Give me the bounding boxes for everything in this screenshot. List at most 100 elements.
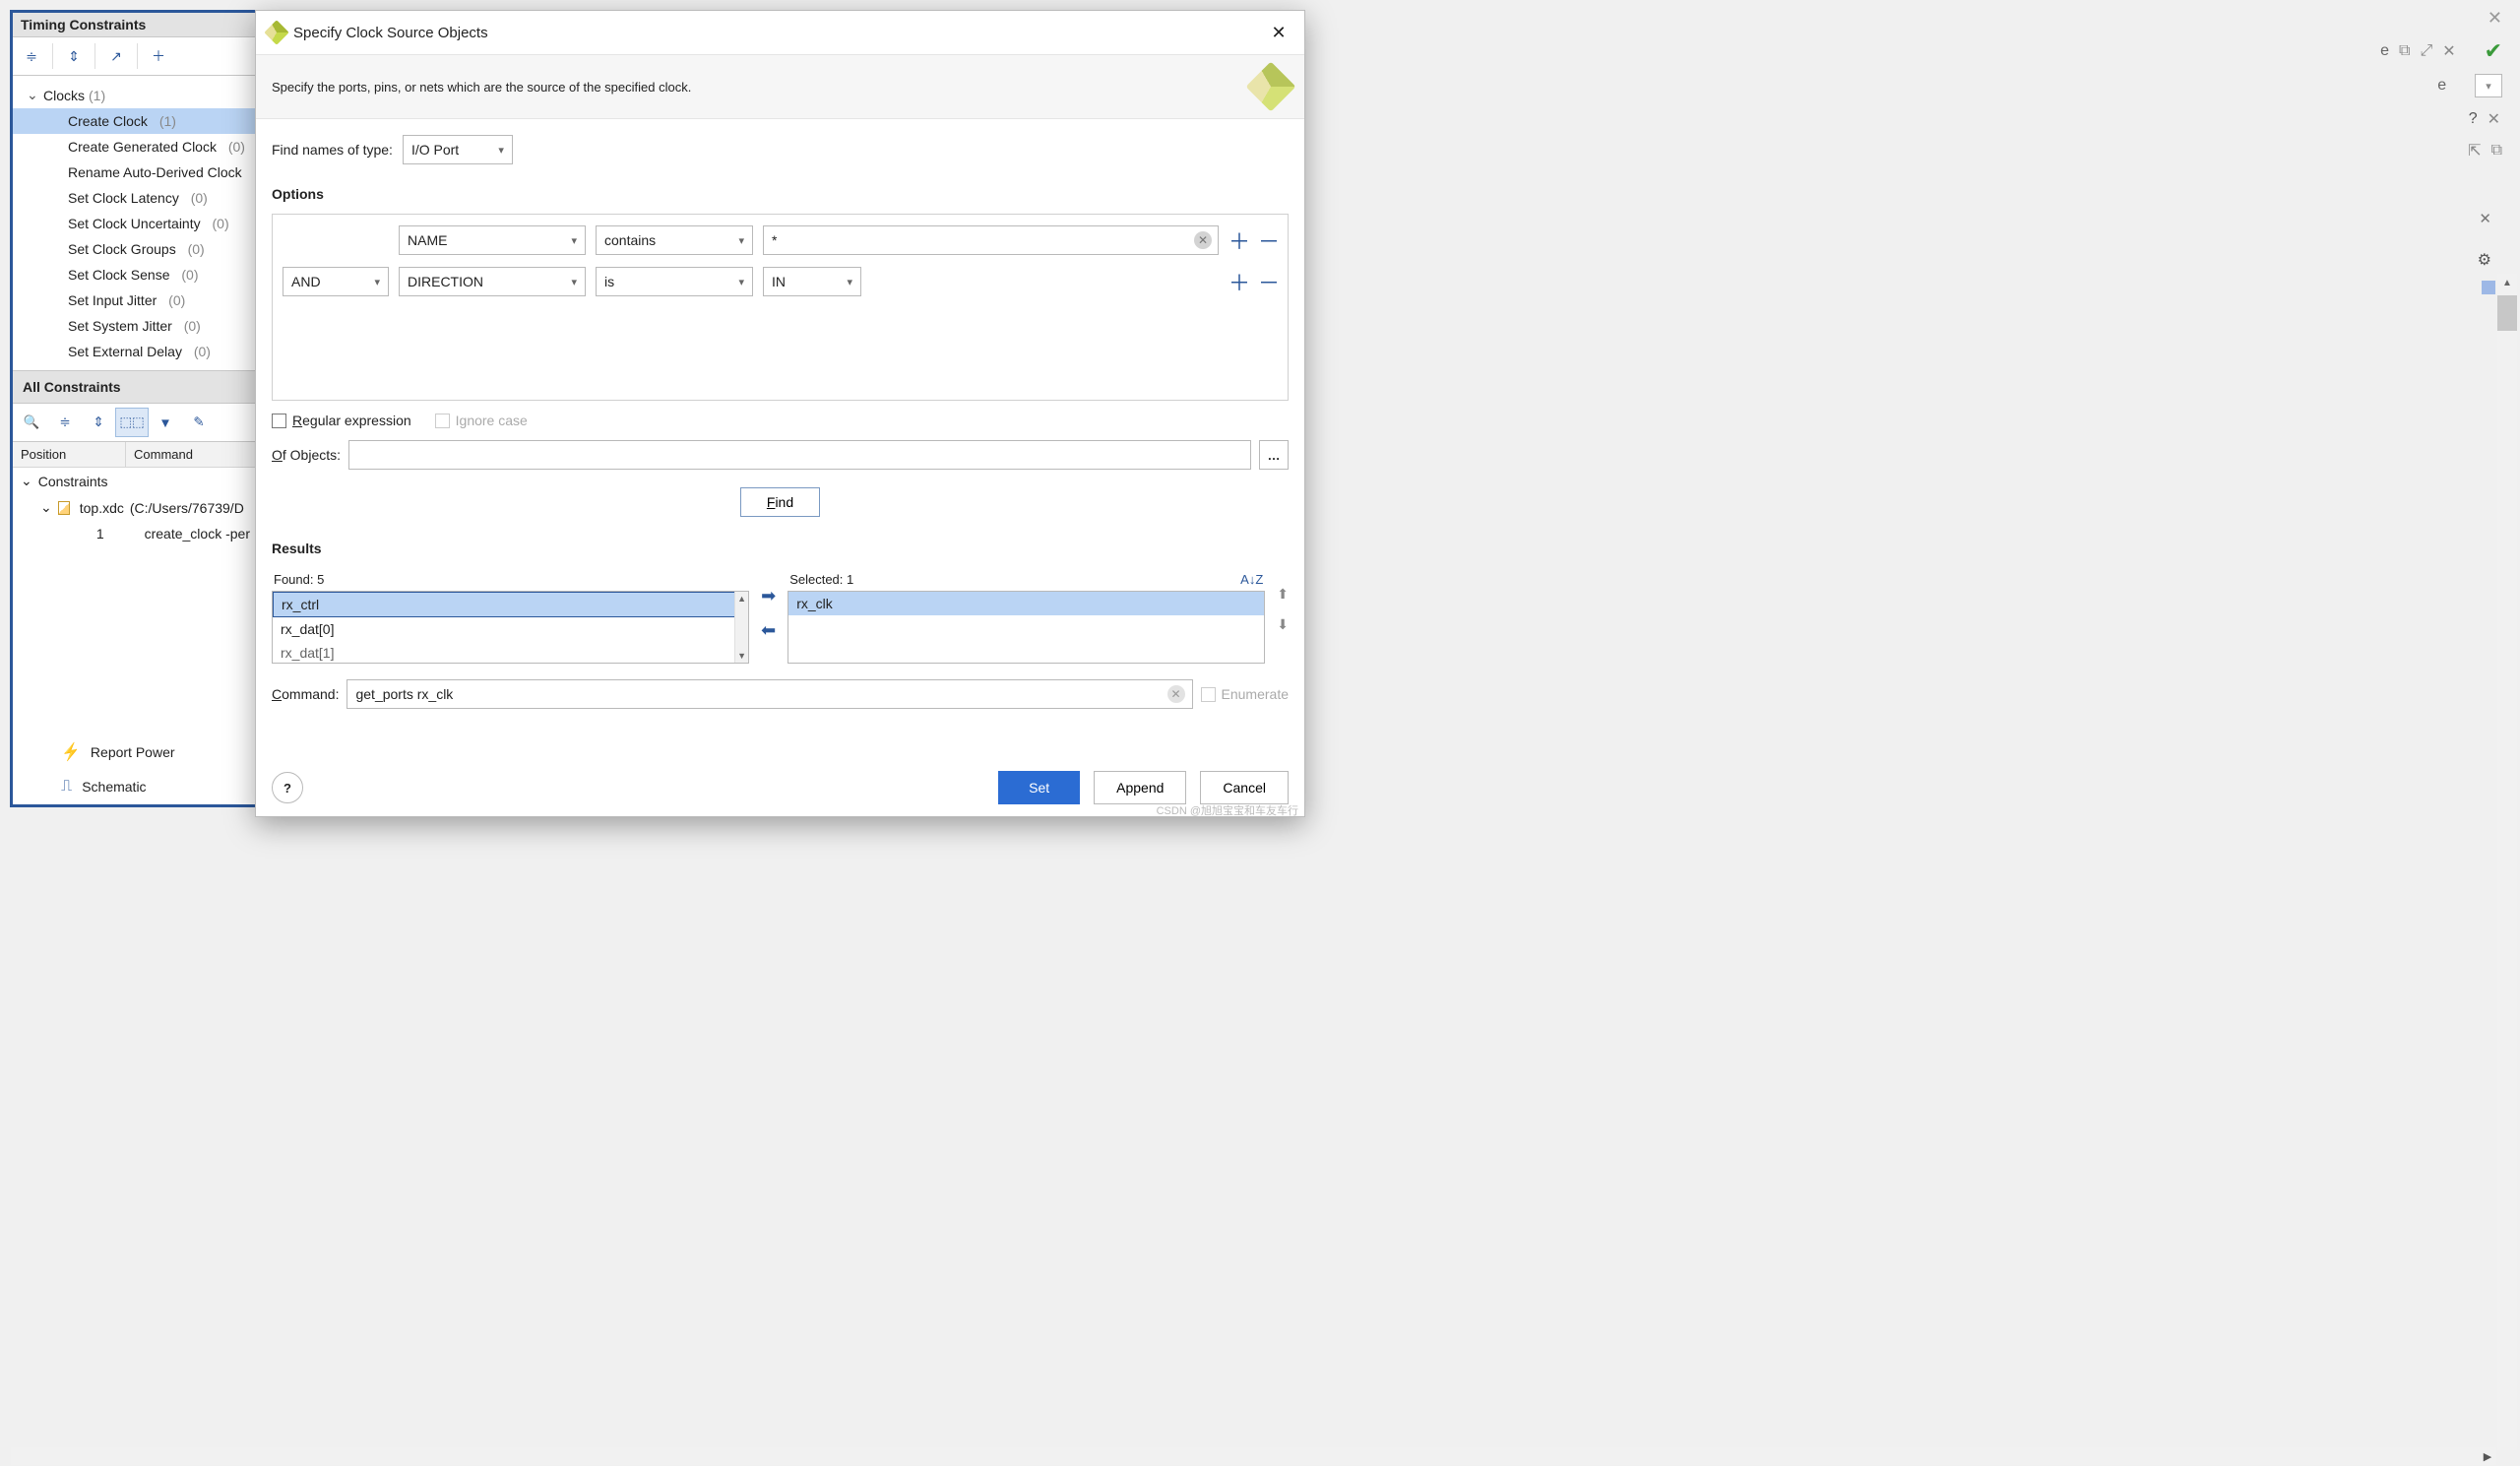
panel-title: Timing Constraints [13, 13, 258, 37]
all-constraints-header: All Constraints [13, 370, 258, 404]
clear-icon[interactable]: ✕ [1167, 685, 1185, 703]
list-item[interactable]: rx_ctrl [273, 592, 748, 617]
expand-button[interactable]: ⇕ [82, 408, 115, 437]
horizontal-scrollbar[interactable]: ▶ [11, 1447, 2496, 1465]
gear-icon[interactable]: ⚙ [2478, 250, 2491, 270]
scroll-right-icon[interactable]: ▶ [2479, 1447, 2496, 1465]
tree-item-rename-auto-derived[interactable]: Rename Auto-Derived Clock [13, 159, 258, 185]
append-button[interactable]: Append [1094, 771, 1186, 804]
dropdown[interactable]: ▾ [2475, 74, 2502, 97]
list-item[interactable]: rx_clk [788, 592, 1264, 615]
vivado-logo-icon [1246, 62, 1296, 112]
move-down-button[interactable]: ⬇ [1277, 616, 1289, 633]
chevron-down-icon: ⌄ [27, 87, 39, 103]
export-icon[interactable]: ⇱ [2468, 141, 2481, 160]
tree-label: Set Input Jitter [68, 292, 157, 308]
tree-item-create-generated-clock[interactable]: Create Generated Clock (0) [13, 134, 258, 159]
selected-list[interactable]: rx_clk [788, 591, 1265, 664]
scroll-up-icon[interactable]: ▲ [2497, 274, 2517, 291]
col-position[interactable]: Position [13, 442, 126, 467]
help-button[interactable]: ? [272, 772, 303, 803]
tree-count: (0) [194, 344, 211, 359]
move-right-button[interactable]: ➡ [761, 586, 776, 606]
move-left-button[interactable]: ⬅ [761, 620, 776, 641]
schematic-link[interactable]: ⎍ Schematic [61, 770, 175, 803]
close-icon[interactable]: ✕ [2488, 8, 2502, 29]
timing-constraints-panel: Timing Constraints ≑ ⇕ ↗ ＋ ⌄ Clocks (1) … [10, 10, 261, 807]
logic-select[interactable]: AND▾ [283, 267, 389, 296]
scrollbar[interactable]: ▲ ▼ [734, 592, 748, 663]
constraint-row[interactable]: 1 create_clock -per [13, 521, 258, 546]
constraints-root[interactable]: ⌄ Constraints [13, 468, 258, 494]
filter-button[interactable]: ▼ [149, 408, 182, 437]
field-select[interactable]: DIRECTION▾ [399, 267, 586, 296]
browse-button[interactable]: … [1259, 440, 1289, 470]
field-select[interactable]: NAME▾ [399, 225, 586, 255]
chevron-down-icon: ▾ [847, 276, 852, 288]
close-button[interactable]: ✕ [1265, 19, 1292, 46]
select-value: AND [291, 274, 321, 289]
collapse-button[interactable]: ≑ [48, 408, 82, 437]
tree-item-create-clock[interactable]: Create Clock (1) [13, 108, 258, 134]
value-input[interactable]: * ✕ [763, 225, 1219, 255]
tree-item-set-external-delay[interactable]: Set External Delay (0) [13, 339, 258, 364]
operator-select[interactable]: contains▾ [596, 225, 753, 255]
ignore-case-checkbox: Ignore case [435, 413, 528, 428]
find-type-label: Find names of type: [272, 142, 393, 158]
tree-item-set-clock-latency[interactable]: Set Clock Latency (0) [13, 185, 258, 211]
tree-label: Set System Jitter [68, 318, 172, 334]
expand-all-button[interactable]: ⇕ [57, 41, 91, 71]
search-button[interactable]: 🔍 [15, 408, 48, 437]
wizard-button[interactable]: ↗ [99, 41, 133, 71]
value-select[interactable]: IN▾ [763, 267, 861, 296]
tree-item-set-clock-groups[interactable]: Set Clock Groups (0) [13, 236, 258, 262]
close-icon[interactable]: ✕ [2442, 41, 2455, 61]
cancel-button[interactable]: Cancel [1200, 771, 1289, 804]
tree-label: Rename Auto-Derived Clock [68, 164, 242, 180]
vertical-scrollbar[interactable]: ▲ [2497, 274, 2517, 1450]
command-input[interactable]: get_ports rx_clk [346, 679, 1192, 709]
collapse-all-button[interactable]: ≑ [15, 41, 48, 71]
remove-row-button[interactable]: － [1258, 266, 1278, 297]
restore-icon[interactable]: ⧉ [2399, 42, 2410, 60]
tree-item-set-clock-sense[interactable]: Set Clock Sense (0) [13, 262, 258, 287]
select-value: DIRECTION [408, 274, 483, 289]
find-type-select[interactable]: I/O Port ▾ [403, 135, 513, 164]
tree-item-set-clock-uncertainty[interactable]: Set Clock Uncertainty (0) [13, 211, 258, 236]
add-row-button[interactable]: ＋ [1228, 266, 1248, 297]
list-item[interactable]: rx_dat[0] [273, 617, 748, 641]
enumerate-label: Enumerate [1222, 686, 1289, 702]
remove-row-button[interactable]: － [1258, 224, 1278, 256]
selected-column: Selected: 1 A↓Z rx_clk [788, 568, 1265, 664]
add-row-button[interactable]: ＋ [1228, 224, 1248, 256]
set-button[interactable]: Set [998, 771, 1080, 804]
tree-node-clocks[interactable]: ⌄ Clocks (1) [13, 82, 258, 108]
tree-label: Set Clock Uncertainty [68, 216, 201, 231]
clear-icon[interactable]: ✕ [1194, 231, 1212, 249]
tree-item-set-input-jitter[interactable]: Set Input Jitter (0) [13, 287, 258, 313]
close-icon[interactable]: ✕ [2488, 109, 2500, 129]
report-power-link[interactable]: ⚡ Report Power [61, 734, 175, 770]
move-up-button[interactable]: ⬆ [1277, 586, 1289, 603]
find-button[interactable]: Find [740, 487, 820, 517]
scroll-up-icon[interactable]: ▲ [735, 592, 748, 606]
xdc-file-row[interactable]: ⌄ top.xdc (C:/Users/76739/D [13, 494, 258, 521]
list-item[interactable]: rx_dat[1] [273, 641, 748, 665]
edit-button[interactable]: ✎ [182, 408, 216, 437]
tree-item-set-system-jitter[interactable]: Set System Jitter (0) [13, 313, 258, 339]
of-objects-label: Of Objects: [272, 447, 341, 463]
col-command[interactable]: Command [126, 442, 258, 467]
maximize-icon[interactable]: ⤢ [2420, 42, 2432, 60]
found-list[interactable]: rx_ctrl rx_dat[0] rx_dat[1] ▲ ▼ [272, 591, 749, 664]
regex-checkbox[interactable]: Regular expression [272, 413, 411, 428]
close-icon[interactable]: ✕ [2479, 210, 2491, 227]
add-button[interactable]: ＋ [142, 41, 175, 71]
of-objects-input[interactable] [348, 440, 1251, 470]
sort-button[interactable]: A↓Z [1240, 572, 1263, 587]
scroll-thumb[interactable] [2497, 295, 2517, 331]
popout-icon[interactable]: ⧉ [2491, 142, 2502, 159]
operator-select[interactable]: is▾ [596, 267, 753, 296]
group-button[interactable]: ⬚⬚ [115, 408, 149, 437]
found-column: Found: 5 rx_ctrl rx_dat[0] rx_dat[1] ▲ ▼ [272, 568, 749, 664]
scroll-down-icon[interactable]: ▼ [735, 649, 748, 663]
